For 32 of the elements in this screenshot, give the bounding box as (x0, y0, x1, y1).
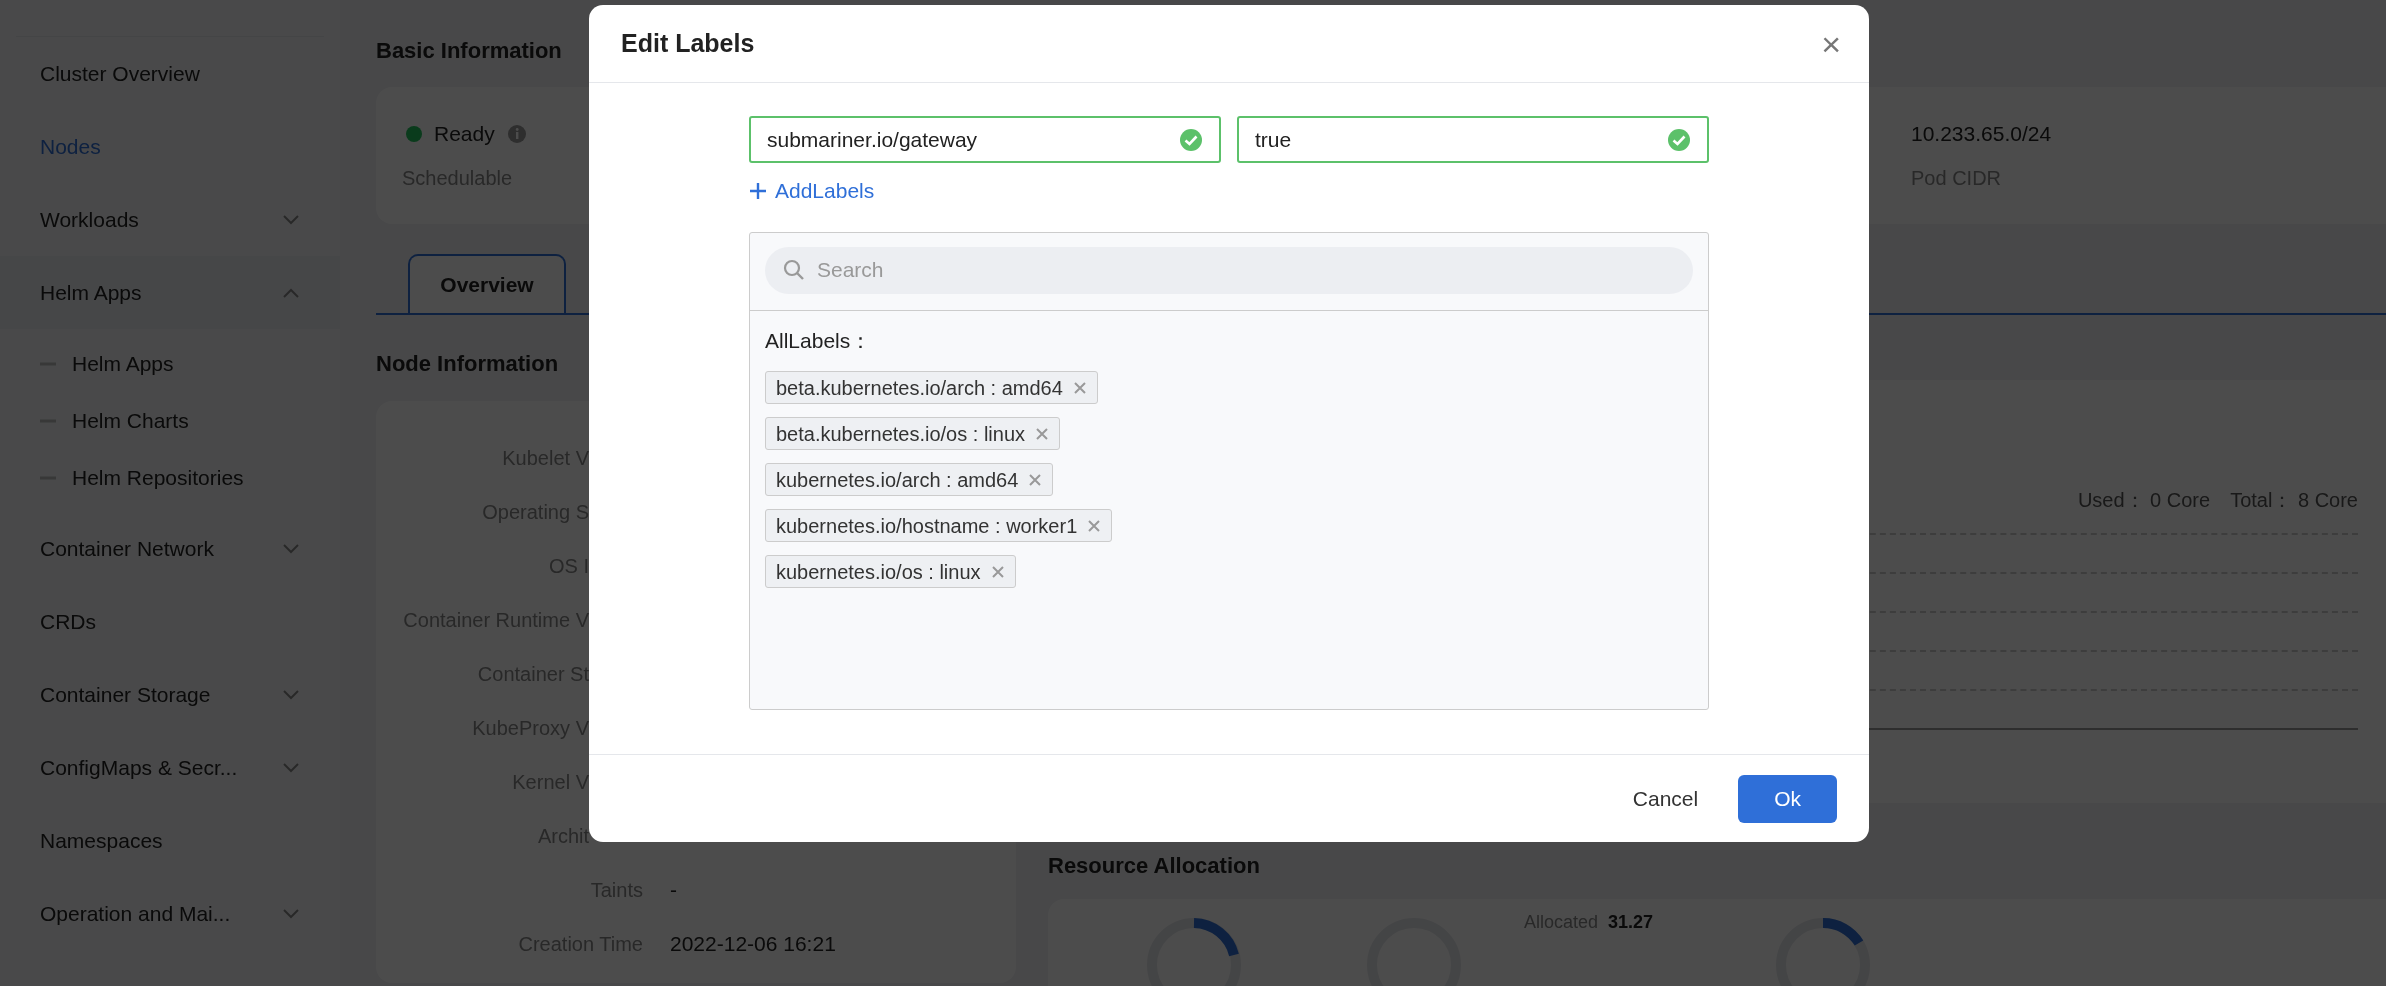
label-tag: kubernetes.io/arch : amd64 (765, 463, 1054, 496)
close-icon (1072, 380, 1087, 395)
input-field[interactable]: true (1237, 116, 1709, 163)
close-button[interactable]: × (1821, 26, 1841, 61)
plus-icon (749, 181, 767, 200)
check-circle-icon (1179, 127, 1203, 152)
add-labels-link[interactable]: AddLabels (749, 175, 875, 207)
ok-button[interactable]: Ok (1738, 774, 1837, 823)
close-icon (990, 564, 1005, 579)
label-tag: beta.kubernetes.io/arch : amd64 (765, 371, 1098, 404)
label-tag: beta.kubernetes.io/os : linux (765, 417, 1061, 450)
pod-cidr-value: 10.233.65.0/24 (1911, 120, 2053, 147)
field-value: 2022-12-06 16:21 (670, 931, 836, 958)
check-circle-icon (1667, 127, 1691, 152)
allocated-value: 31.27 (1608, 911, 1654, 934)
label-tag: kubernetes.io/hostname : worker1 (765, 509, 1113, 542)
close-icon (1035, 426, 1050, 441)
section-title: Node Information (376, 349, 559, 378)
all-labels-title: AllLabels： (765, 327, 872, 354)
input-field[interactable]: submariner.io/gateway (749, 116, 1221, 163)
field-value: - (670, 877, 677, 904)
close-icon (1087, 518, 1102, 533)
status-text: Ready (434, 120, 495, 147)
search-field[interactable]: Search (765, 246, 1693, 294)
section-title: Resource Allocation (1048, 851, 1260, 880)
label-tag: kubernetes.io/os : linux (765, 555, 1016, 588)
search-input[interactable]: Search (817, 254, 1675, 286)
close-icon (1028, 472, 1043, 487)
dialog-title: Edit Labels (621, 27, 755, 59)
cancel-button[interactable]: Cancel (1628, 774, 1703, 823)
search-icon (783, 259, 805, 281)
section-title: Basic Information (376, 36, 562, 65)
